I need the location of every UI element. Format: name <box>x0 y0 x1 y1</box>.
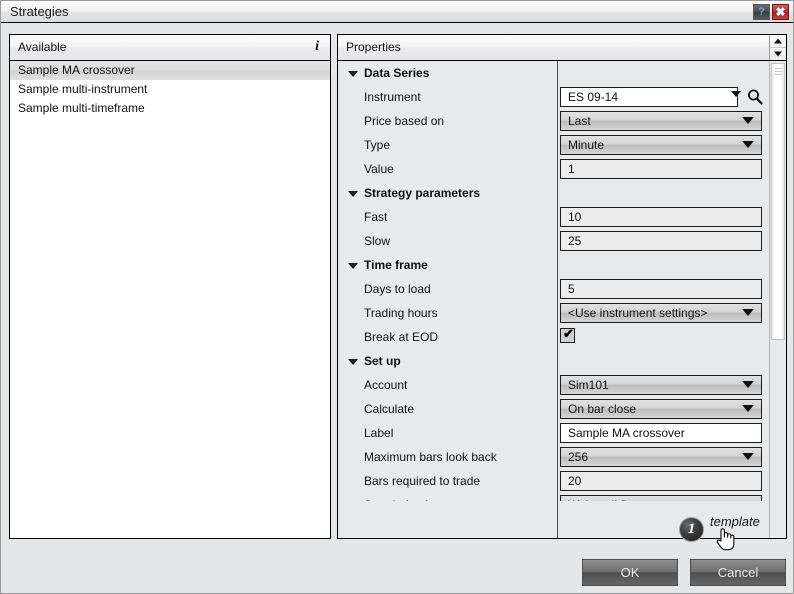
properties-header-label: Properties <box>346 40 401 54</box>
row-label: Instrument <box>364 90 421 104</box>
available-panel: Available i Sample MA crossover Sample m… <box>9 34 331 539</box>
close-button[interactable]: ✖ <box>772 4 789 20</box>
triangle-down-icon[interactable] <box>348 71 358 77</box>
scroll-down-button[interactable] <box>770 47 786 60</box>
row-value: Value 1 <box>338 157 769 181</box>
help-button[interactable]: ? <box>753 4 770 20</box>
row-calculate: Calculate On bar close <box>338 397 769 421</box>
properties-panel: Properties Data Series Instrument ES 09-… <box>337 34 787 539</box>
triangle-down-icon[interactable] <box>348 191 358 197</box>
section-label: Data Series <box>364 66 429 80</box>
properties-scroll-arrows <box>769 35 786 60</box>
list-item[interactable]: Sample multi-instrument <box>10 80 330 99</box>
triangle-down-icon[interactable] <box>348 359 358 365</box>
row-fast: Fast 10 <box>338 205 769 229</box>
row-label: Price based on <box>364 114 444 128</box>
properties-panel-header: Properties <box>338 35 786 61</box>
row-label: Break at EOD <box>364 330 438 344</box>
annotation-badge-1: 1 <box>679 517 704 542</box>
cancel-button[interactable]: Cancel <box>690 559 786 586</box>
row-label: Calculate <box>364 402 414 416</box>
available-strategy-list[interactable]: Sample MA crossover Sample multi-instrum… <box>10 61 330 538</box>
scrollbar-grip-icon <box>775 68 782 69</box>
help-icon: ? <box>758 6 765 18</box>
hand-pointer-icon <box>714 525 736 551</box>
calculate-combobox[interactable]: On bar close <box>560 399 762 419</box>
account-combobox[interactable]: Sim101 <box>560 375 762 395</box>
row-instrument: Instrument ES 09-14 <box>338 85 769 109</box>
close-icon: ✖ <box>775 5 785 19</box>
row-label: Start behavior <box>364 498 439 501</box>
strategies-dialog: Strategies ? ✖ Available i Sample MA cro… <box>0 0 794 594</box>
chevron-down-icon <box>742 309 754 316</box>
row-label: Bars required to trade <box>364 474 480 488</box>
row-label: Days to load <box>364 282 431 296</box>
info-icon[interactable]: i <box>315 39 319 55</box>
section-header-time-frame[interactable]: Time frame <box>338 253 769 277</box>
properties-scrollbar[interactable] <box>769 61 786 538</box>
list-item[interactable]: Sample multi-timeframe <box>10 99 330 118</box>
row-price-based-on: Price based on Last <box>338 109 769 133</box>
row-maximum-bars-look-back: Maximum bars look back 256 <box>338 445 769 469</box>
row-label: Fast <box>364 210 387 224</box>
chevron-down-icon[interactable] <box>731 91 741 97</box>
available-panel-header: Available i <box>10 35 330 61</box>
row-trading-hours: Trading hours <Use instrument settings> <box>338 301 769 325</box>
trading-hours-combobox[interactable]: <Use instrument settings> <box>560 303 762 323</box>
section-header-strategy-parameters[interactable]: Strategy parameters <box>338 181 769 205</box>
label-input[interactable]: Sample MA crossover <box>560 423 762 443</box>
row-label: Label Sample MA crossover <box>338 421 769 445</box>
row-account: Account Sim101 <box>338 373 769 397</box>
row-bars-required-to-trade: Bars required to trade 20 <box>338 469 769 493</box>
list-item[interactable]: Sample MA crossover <box>10 61 330 80</box>
row-type: Type Minute <box>338 133 769 157</box>
chevron-up-icon <box>774 39 782 44</box>
value-input[interactable]: 1 <box>560 159 762 179</box>
row-label: Account <box>364 378 407 392</box>
section-header-set-up[interactable]: Set up <box>338 349 769 373</box>
properties-body: Data Series Instrument ES 09-14 Price ba… <box>338 61 769 538</box>
properties-scrollbar-thumb[interactable] <box>771 63 785 340</box>
section-header-data-series[interactable]: Data Series <box>338 61 769 85</box>
type-combobox[interactable]: Minute <box>560 135 762 155</box>
chevron-down-icon <box>742 141 754 148</box>
slow-input[interactable]: 25 <box>560 231 762 251</box>
available-header-label: Available <box>18 40 66 54</box>
fast-input[interactable]: 10 <box>560 207 762 227</box>
row-label: Maximum bars look back <box>364 450 497 464</box>
ok-button[interactable]: OK <box>582 559 678 586</box>
row-days-to-load: Days to load 5 <box>338 277 769 301</box>
scroll-up-button[interactable] <box>770 35 786 47</box>
row-label: Value <box>364 162 394 176</box>
title-bar: Strategies ? ✖ <box>1 1 793 23</box>
section-label: Time frame <box>364 258 428 272</box>
chevron-down-icon <box>742 381 754 388</box>
chevron-down-icon <box>742 405 754 412</box>
row-label: Type <box>364 138 390 152</box>
section-label: Set up <box>364 354 401 368</box>
chevron-down-icon <box>742 453 754 460</box>
row-label: Trading hours <box>364 306 438 320</box>
instrument-combobox[interactable]: ES 09-14 <box>560 87 738 107</box>
row-break-at-eod: Break at EOD ✔ <box>338 325 769 349</box>
properties-column-divider <box>557 61 558 538</box>
row-label: Slow <box>364 234 390 248</box>
bars-required-to-trade-input[interactable]: 20 <box>560 471 762 491</box>
days-to-load-input[interactable]: 5 <box>560 279 762 299</box>
window-title: Strategies <box>10 4 69 19</box>
chevron-down-icon <box>742 117 754 124</box>
price-based-on-combobox[interactable]: Last <box>560 111 762 131</box>
break-at-eod-checkbox[interactable]: ✔ <box>560 328 575 343</box>
row-slow: Slow 25 <box>338 229 769 253</box>
triangle-down-icon[interactable] <box>348 263 358 269</box>
chevron-down-icon <box>774 52 782 57</box>
row-label: Label <box>364 426 393 440</box>
checkmark-icon: ✔ <box>563 326 574 342</box>
maximum-bars-look-back-combobox[interactable]: 256 <box>560 447 762 467</box>
start-behavior-combobox[interactable]: Wait until flat <box>560 495 762 501</box>
search-icon[interactable] <box>746 88 764 106</box>
row-start-behavior-clipped: Start behavior Wait until flat <box>338 493 769 501</box>
section-label: Strategy parameters <box>364 186 480 200</box>
